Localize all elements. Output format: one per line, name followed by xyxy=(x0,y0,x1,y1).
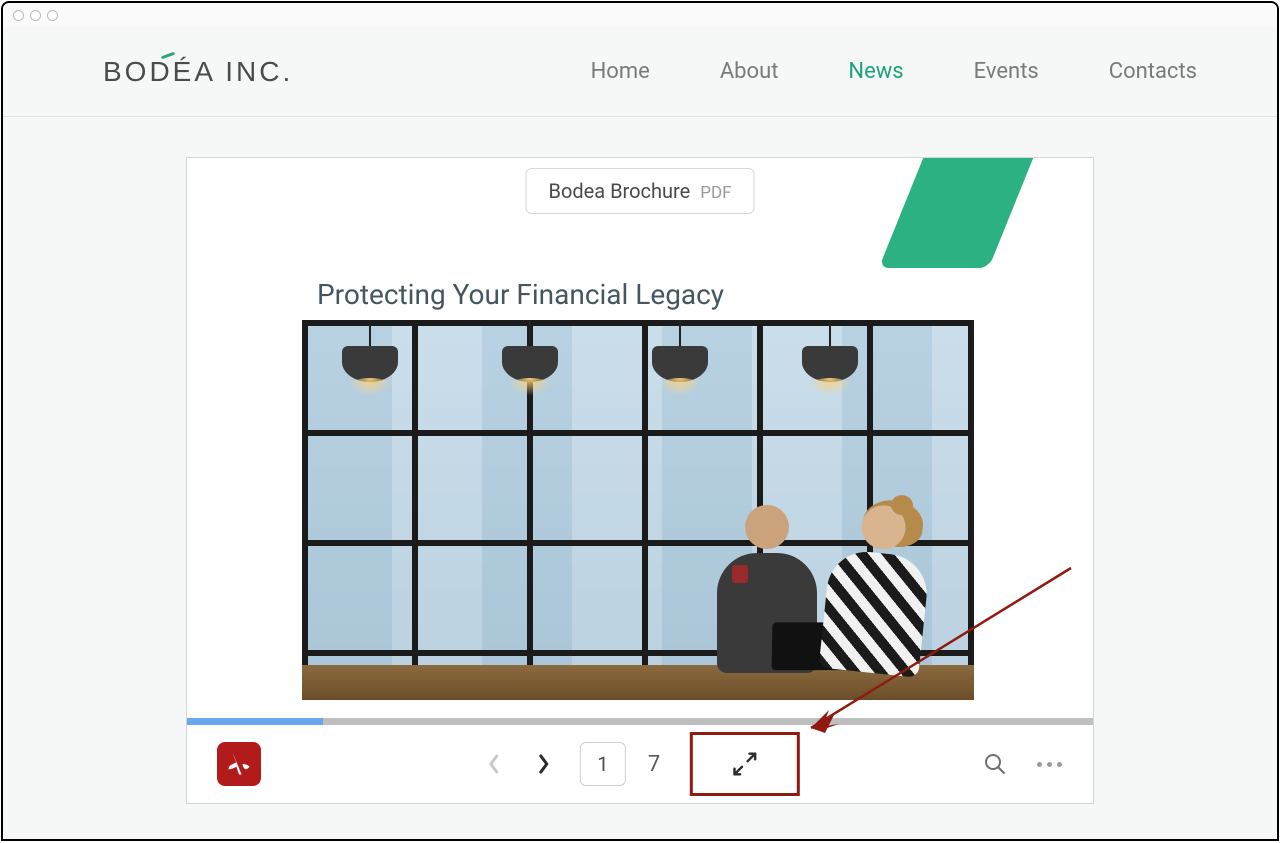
nav-events[interactable]: Events xyxy=(974,59,1039,84)
document-extension: PDF xyxy=(700,183,731,203)
fullscreen-button[interactable] xyxy=(690,732,800,796)
window-minimize-icon[interactable] xyxy=(30,10,41,21)
page-progress-bar[interactable] xyxy=(187,718,1093,725)
window-titlebar xyxy=(3,3,1277,27)
total-pages: 7 xyxy=(648,752,660,777)
pdf-toolbar: 1 7 xyxy=(187,725,1093,803)
site-header: BODÉA INC. Home About News Events Contac… xyxy=(3,27,1277,117)
main-nav: Home About News Events Contacts xyxy=(591,59,1197,84)
window-close-icon[interactable] xyxy=(13,10,24,21)
fullscreen-icon xyxy=(730,749,760,779)
window-zoom-icon[interactable] xyxy=(47,10,58,21)
brand-logo[interactable]: BODÉA INC. xyxy=(103,56,293,88)
brochure-accent-shape xyxy=(879,158,1037,268)
nav-contacts[interactable]: Contacts xyxy=(1109,59,1197,84)
nav-news[interactable]: News xyxy=(848,59,903,84)
brand-name: BODÉA INC. xyxy=(103,56,293,87)
document-title: Bodea Brochure xyxy=(548,179,690,203)
search-icon xyxy=(983,752,1007,776)
search-button[interactable] xyxy=(981,750,1009,778)
more-options-button[interactable] xyxy=(1035,750,1063,778)
brochure-photo xyxy=(302,320,974,700)
pdf-page[interactable]: Protecting Your Financial Legacy xyxy=(187,158,1093,718)
next-page-button[interactable] xyxy=(530,750,558,778)
page-progress-fill xyxy=(187,718,323,725)
prev-page-button[interactable] xyxy=(480,750,508,778)
current-page-value: 1 xyxy=(597,752,608,776)
acrobat-icon[interactable] xyxy=(217,742,261,786)
document-badge[interactable]: Bodea Brochure PDF xyxy=(525,168,754,214)
current-page-input[interactable]: 1 xyxy=(580,742,626,786)
page-heading: Protecting Your Financial Legacy xyxy=(317,278,724,311)
nav-about[interactable]: About xyxy=(720,59,779,84)
pdf-viewer: Bodea Brochure PDF Protecting Your Finan… xyxy=(186,157,1094,804)
nav-home[interactable]: Home xyxy=(591,59,650,84)
more-options-icon xyxy=(1037,762,1062,767)
